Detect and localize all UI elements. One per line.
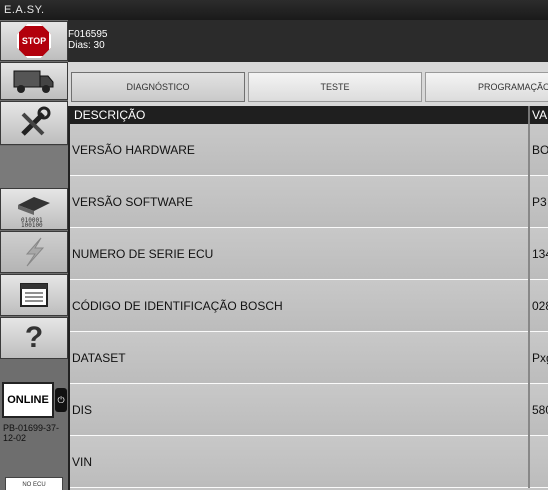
table-row[interactable]: DATASET Pxg	[68, 332, 548, 384]
row-description: DATASET	[72, 351, 126, 365]
ecu-part-number: PB-01699-37-12-02	[3, 423, 60, 443]
vehicle-button[interactable]	[0, 62, 68, 100]
table-header: DESCRIÇÃO VA	[68, 106, 548, 124]
row-description: VERSÃO SOFTWARE	[72, 195, 193, 209]
online-button[interactable]: ONLINE	[2, 382, 54, 418]
window-title: E.A.SY.	[0, 0, 548, 20]
stop-button[interactable]: STOP	[0, 21, 68, 61]
tools-button[interactable]	[0, 101, 68, 145]
table-row[interactable]: CÓDIGO DE IDENTIFICAÇÃO BOSCH 028	[68, 280, 548, 332]
diagnostic-table: DESCRIÇÃO VA VERSÃO HARDWARE BO VERSÃO S…	[68, 106, 548, 490]
table-row[interactable]: DIS 580	[68, 384, 548, 436]
help-button[interactable]: ?	[0, 317, 68, 359]
row-description: NUMERO DE SERIE ECU	[72, 247, 214, 261]
row-value: 580	[532, 403, 548, 417]
help-icon: ?	[24, 321, 44, 354]
table-row[interactable]: VERSÃO HARDWARE BO	[68, 124, 548, 176]
table-row[interactable]: NUMERO DE SERIE ECU 134	[68, 228, 548, 280]
report-icon	[20, 283, 48, 307]
flash-icon	[25, 237, 45, 267]
row-value: 028	[532, 299, 548, 313]
usb-connection-icon: ⏻	[55, 388, 67, 412]
tab-programacao[interactable]: PROGRAMAÇÃO	[425, 72, 548, 102]
no-ecu-indicator: NO ECU	[5, 477, 63, 490]
row-value: BO	[532, 143, 548, 157]
row-description: DIS	[72, 403, 93, 417]
column-descricao: DESCRIÇÃO	[74, 108, 146, 122]
sidebar-spacer	[0, 146, 68, 188]
row-value: 134	[532, 247, 548, 261]
tab-teste[interactable]: TESTE	[248, 72, 422, 102]
row-description: VIN	[72, 455, 93, 469]
row-value: Pxg	[532, 351, 548, 365]
tab-diagnostico[interactable]: DIAGNÓSTICO	[71, 72, 245, 102]
ecu-button[interactable]: 010001 100100	[0, 188, 68, 230]
days-remaining: Dias: 30	[68, 40, 105, 51]
row-value: P3	[532, 195, 547, 209]
tools-icon	[21, 106, 51, 136]
truck-icon	[13, 70, 54, 93]
table-row[interactable]: VERSÃO SOFTWARE P3	[68, 176, 548, 228]
report-button[interactable]	[0, 274, 68, 316]
stop-icon: STOP	[17, 24, 51, 58]
table-left-border	[68, 106, 70, 490]
tab-bar: DIAGNÓSTICO TESTE PROGRAMAÇÃO	[68, 62, 548, 106]
table-row[interactable]: VIN	[68, 436, 548, 488]
ecu-chip-icon: 010001 100100	[18, 197, 50, 227]
svg-text:100100: 100100	[21, 222, 43, 227]
flash-button[interactable]	[0, 231, 68, 273]
column-valor: VA	[532, 108, 548, 122]
sidebar: STOP 010001 100100 ? ONLINE ⏻ PB-01699-3…	[0, 20, 68, 490]
device-id: F016595	[68, 29, 108, 40]
row-description: VERSÃO HARDWARE	[72, 143, 195, 157]
row-description: CÓDIGO DE IDENTIFICAÇÃO BOSCH	[72, 299, 283, 313]
stop-label: STOP	[21, 36, 47, 46]
session-header: F016595 Dias: 30	[68, 20, 548, 62]
